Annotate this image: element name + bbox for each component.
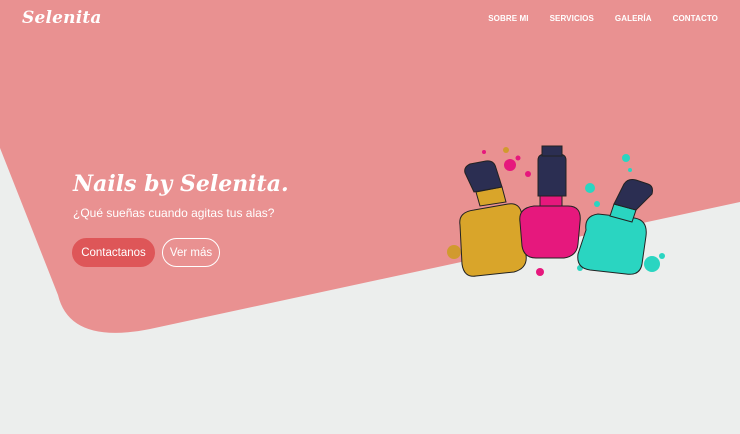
nav-link-sobre-mi[interactable]: SOBRE MI	[488, 14, 528, 23]
teal-bottle	[577, 179, 653, 275]
nav-link-contacto[interactable]: CONTACTO	[673, 14, 718, 23]
hero-title: Nails by Selenita.	[73, 171, 289, 197]
brand-logo[interactable]: Selenita	[22, 8, 102, 28]
see-more-button[interactable]: Ver más	[162, 238, 220, 267]
contact-button[interactable]: Contactanos	[72, 238, 155, 267]
nav-link-galeria[interactable]: GALERÍA	[615, 14, 652, 23]
yellow-bottle	[459, 160, 527, 277]
pink-bottle	[519, 145, 581, 259]
hero-subtitle: ¿Qué sueñas cuando agitas tus alas?	[73, 206, 275, 220]
nav-link-servicios[interactable]: SERVICIOS	[550, 14, 594, 23]
navbar: Selenita SOBRE MI SERVICIOS GALERÍA CONT…	[0, 0, 740, 36]
nail-polish-bottles-icon	[447, 145, 665, 277]
nav-menu: SOBRE MI SERVICIOS GALERÍA CONTACTO	[467, 14, 718, 23]
